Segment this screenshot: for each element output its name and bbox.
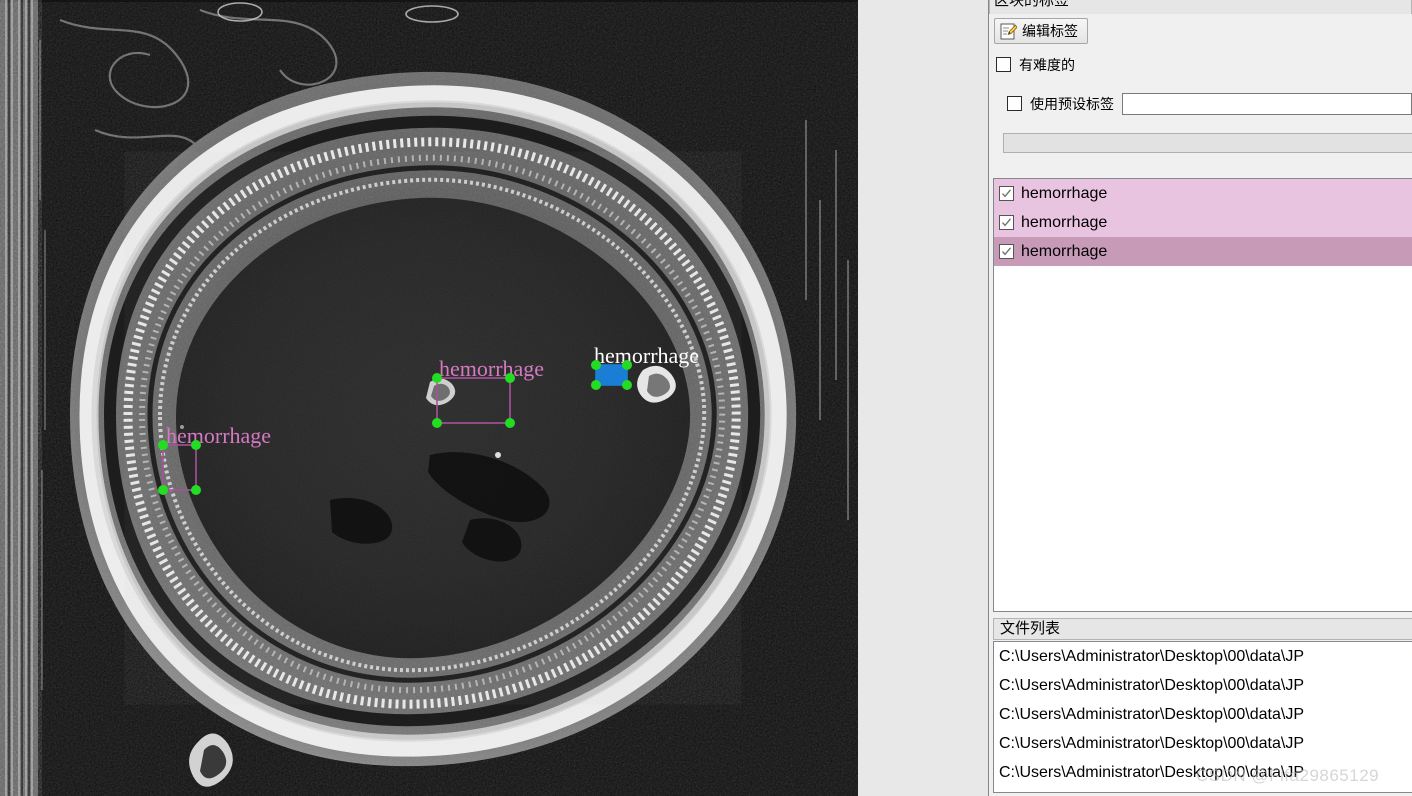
- file-list[interactable]: C:\Users\Administrator\Desktop\00\data\J…: [993, 641, 1412, 793]
- file-list-item[interactable]: C:\Users\Administrator\Desktop\00\data\J…: [994, 671, 1412, 700]
- label-item-checkbox[interactable]: [999, 215, 1014, 230]
- canvas-gutter: [858, 0, 989, 796]
- file-list-item[interactable]: C:\Users\Administrator\Desktop\00\data\J…: [994, 700, 1412, 729]
- default-label-input[interactable]: [1122, 92, 1412, 115]
- use-default-label-text: 使用预设标签: [1030, 95, 1114, 112]
- box-labels-panel-title: 区块的标签: [989, 0, 1412, 14]
- file-list-item[interactable]: C:\Users\Administrator\Desktop\00\data\J…: [994, 642, 1412, 671]
- image-canvas[interactable]: hemorrhage hemorrhage hemorrhage: [0, 0, 858, 796]
- label-item-checkbox[interactable]: [999, 186, 1014, 201]
- difficult-checkbox-label: 有难度的: [1019, 56, 1075, 73]
- label-item-text: hemorrhage: [1021, 184, 1108, 202]
- ct-scan-image: hemorrhage hemorrhage hemorrhage: [0, 0, 858, 796]
- bbox-label-1: hemorrhage: [166, 423, 271, 448]
- label-item-text: hemorrhage: [1021, 242, 1108, 260]
- edit-pencil-icon: [1000, 23, 1018, 40]
- use-default-label-row[interactable]: 使用预设标签: [1007, 92, 1412, 115]
- label-list[interactable]: hemorrhage hemorrhage hemorrhage: [993, 178, 1412, 612]
- bbox-label-3: hemorrhage: [594, 343, 699, 368]
- label-list-item[interactable]: hemorrhage: [994, 208, 1412, 237]
- app-window: hemorrhage hemorrhage hemorrhage 区块的标签 编…: [0, 0, 1412, 796]
- label-item-checkbox[interactable]: [999, 244, 1014, 259]
- label-item-text: hemorrhage: [1021, 213, 1108, 231]
- label-list-item[interactable]: hemorrhage: [994, 237, 1412, 266]
- difficult-checkbox[interactable]: [996, 57, 1011, 72]
- file-list-item[interactable]: C:\Users\Administrator\Desktop\00\data\J…: [994, 758, 1412, 787]
- bbox-label-2: hemorrhage: [439, 356, 544, 381]
- file-list-title: 文件列表: [993, 618, 1412, 640]
- use-default-label-checkbox[interactable]: [1007, 96, 1022, 111]
- difficult-checkbox-row[interactable]: 有难度的: [996, 55, 1412, 75]
- disabled-placeholder-bar: [1003, 132, 1412, 153]
- label-list-item[interactable]: hemorrhage: [994, 179, 1412, 208]
- right-dock-panel: 区块的标签 编辑标签 有难度的 使用预设标签 hemorrhage hemorr…: [989, 0, 1412, 796]
- file-list-item[interactable]: C:\Users\Administrator\Desktop\00\data\J…: [994, 729, 1412, 758]
- edit-label-button-text: 编辑标签: [1022, 23, 1078, 39]
- edit-label-button[interactable]: 编辑标签: [994, 18, 1088, 44]
